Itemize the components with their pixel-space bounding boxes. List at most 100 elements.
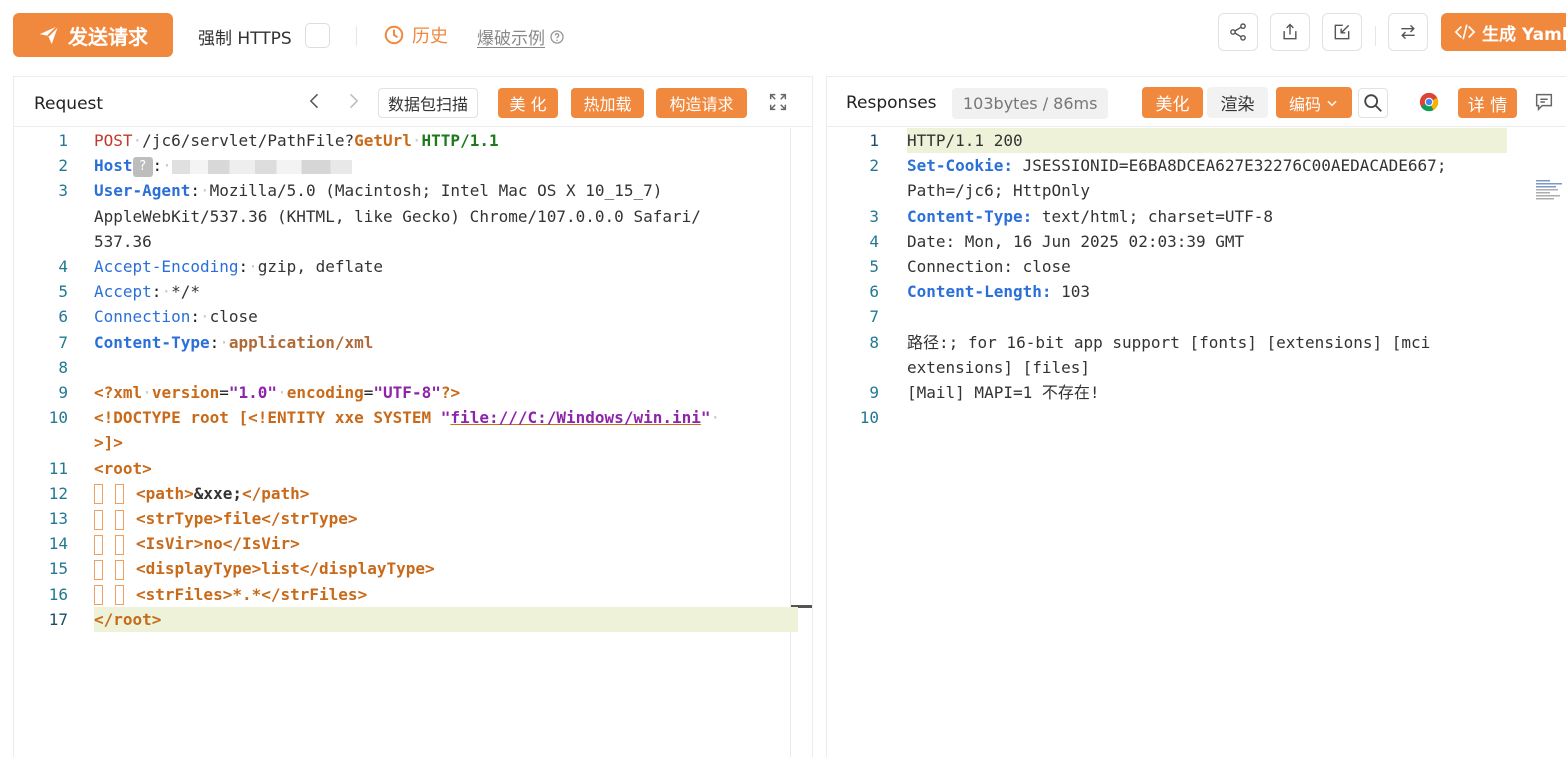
xml-tag: </IsVir> (222, 534, 300, 554)
toolbar-divider (356, 26, 357, 46)
header-value: */* (171, 282, 200, 302)
xml-tag: </displayType> (299, 559, 435, 579)
code-line: 4 Date: Mon, 16 Jun 2025 02:03:39 GMT (827, 229, 1566, 254)
line-number: 12 (48, 483, 68, 503)
line-content: <IsVir>no</IsVir> (94, 531, 774, 556)
chevron-down-icon (1327, 100, 1337, 106)
xml-value: *.* (232, 584, 262, 604)
fullscreen-button[interactable] (765, 89, 791, 115)
previous-button[interactable] (305, 91, 325, 111)
line-content: Connection:·close (94, 307, 258, 327)
indent-guide (115, 509, 124, 530)
header-value: Mozilla/5.0 (Macintosh; Intel Mac OS X 1… (209, 181, 663, 201)
header-value: JSESSIONID=E6BA8DCEA627E32276C00AEDACADE… (1012, 156, 1457, 176)
code-line: extensions] [files] (827, 355, 1566, 380)
response-beautify-button[interactable]: 美化 (1142, 87, 1203, 118)
indent-guide (94, 509, 103, 530)
toolbar-divider (1375, 26, 1376, 46)
render-button[interactable]: 渲染 (1207, 87, 1268, 118)
xml-attr: encoding (286, 383, 364, 403)
line-number (827, 178, 907, 203)
code-line: 4 Accept-Encoding:·gzip, deflate (14, 254, 812, 279)
code-line: 11 <root> (14, 456, 812, 481)
code-line: Path=/jc6; HttpOnly (827, 178, 1566, 203)
code-line: 1 POST·/jc6/servlet/PathFile?GetUrl·HTTP… (14, 128, 812, 153)
request-path: /jc6/servlet/PathFile? (142, 131, 355, 150)
generate-yaml-button[interactable]: 生成 Yaml (1441, 13, 1566, 51)
clock-icon (384, 25, 404, 45)
bruteforce-examples-link[interactable]: 爆破示例 (477, 24, 565, 49)
chevron-left-icon (309, 93, 319, 109)
history-button[interactable]: 历史 (383, 22, 448, 48)
line-content: Host?:· (94, 153, 774, 178)
indent-guide (94, 559, 103, 580)
code-line: 5 Accept:·*/* (14, 279, 812, 304)
next-button[interactable] (343, 91, 363, 111)
line-content: User-Agent:·Mozilla/5.0 (Macintosh; Inte… (94, 181, 663, 201)
encoding-label: 编码 (1288, 94, 1321, 114)
code-line: 8 路径:; for 16-bit app support [fonts] [e… (827, 330, 1566, 355)
send-request-button[interactable]: 发送请求 (13, 13, 173, 57)
line-content (907, 304, 1507, 329)
line-number: 9 (58, 383, 68, 403)
http-method: POST (94, 131, 133, 150)
search-button[interactable] (1358, 88, 1388, 118)
chrome-icon (1419, 92, 1439, 112)
code-line: 16 <strFiles>*.*</strFiles> (14, 582, 812, 607)
response-body: 路径:; for 16-bit app support [fonts] [ext… (907, 332, 1440, 352)
http-protocol: HTTP/1.1 (421, 131, 499, 150)
header-key: Content-Length: (907, 282, 1052, 302)
line-number (14, 204, 94, 229)
entity-file-path: file:///C:/Windows/win.ini (450, 408, 701, 428)
export-button[interactable] (1270, 13, 1310, 51)
code-line: 7 Content-Type:·application/xml (14, 330, 812, 355)
code-line: 8 (14, 355, 812, 380)
xml-attr-value: "1.0" (228, 383, 278, 403)
header-value-wrap: 537.36 (94, 231, 152, 251)
code-icon (1454, 24, 1476, 40)
response-panel-header: Responses 103bytes / 86ms 美化 渲染 编码 详 情 (827, 77, 1566, 127)
line-content: Accept-Encoding:·gzip, deflate (94, 257, 384, 277)
indent-guide (115, 484, 124, 505)
response-body-wrap: extensions] [files] (907, 357, 1091, 377)
encoding-dropdown[interactable]: 编码 (1276, 87, 1352, 118)
share-button[interactable] (1218, 13, 1258, 51)
header-value: application/xml (228, 332, 374, 352)
swap-button[interactable] (1388, 13, 1428, 51)
open-in-browser-button[interactable] (1416, 89, 1442, 115)
line-content: POST·/jc6/servlet/PathFile?GetUrl·HTTP/1… (94, 131, 499, 150)
hot-reload-button[interactable]: 热加载 (571, 88, 644, 118)
header-key: User-Agent (94, 181, 191, 201)
line-content: <displayType>list</displayType> (94, 556, 774, 581)
line-number: 7 (869, 307, 879, 327)
comment-button[interactable] (1531, 89, 1557, 115)
import-button[interactable] (1322, 13, 1362, 51)
line-content (94, 355, 774, 380)
line-content: <strFiles>*.*</strFiles> (94, 582, 774, 607)
bruteforce-examples-label: 爆破示例 (477, 29, 545, 49)
xml-root-open: <root> (94, 458, 152, 478)
request-editor[interactable]: 1 POST·/jc6/servlet/PathFile?GetUrl·HTTP… (14, 128, 812, 757)
share-icon (1230, 23, 1246, 41)
line-number: 7 (58, 332, 68, 352)
code-line-active: 17 </root> (14, 606, 812, 633)
status-line: HTTP/1.1 200 (907, 128, 1507, 154)
xml-tag: </path> (241, 483, 310, 503)
xml-value: list (261, 559, 300, 579)
force-https-label: 强制 HTTPS (198, 29, 292, 49)
top-toolbar: 发送请求 强制 HTTPS 历史 爆破示例 生成 Yaml (0, 0, 1566, 70)
packet-scan-button[interactable]: 数据包扫描 (378, 88, 479, 118)
code-line: AppleWebKit/537.36 (KHTML, like Gecko) C… (14, 204, 812, 229)
xml-tag: <strType> (136, 509, 223, 529)
code-line: 10 (827, 405, 1566, 430)
details-button[interactable]: 详 情 (1458, 88, 1517, 118)
response-editor[interactable]: 1 HTTP/1.1 200 2 Set-Cookie: JSESSIONID=… (827, 128, 1566, 757)
code-line: 6 Content-Length: 103 (827, 279, 1566, 304)
build-request-button[interactable]: 构造请求 (656, 88, 747, 118)
line-number: 4 (869, 231, 879, 251)
comment-icon (1535, 93, 1553, 112)
send-icon (39, 25, 59, 45)
header-key: Connection (94, 307, 191, 327)
force-https-checkbox[interactable] (305, 23, 330, 48)
beautify-button[interactable]: 美 化 (498, 88, 558, 118)
